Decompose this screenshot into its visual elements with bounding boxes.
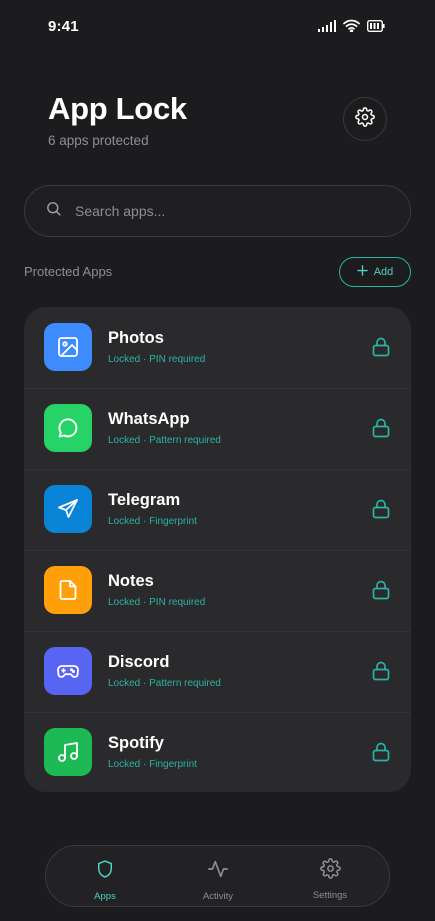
cellular-signal-icon	[318, 19, 336, 37]
app-status: Locked · Fingerprint	[108, 516, 197, 527]
nav-tab-settings[interactable]: Settings	[290, 846, 370, 908]
status-bar: 9:41	[0, 0, 435, 54]
nav-tab-activity[interactable]: Activity	[178, 846, 258, 908]
gear-icon	[355, 106, 375, 132]
plus-icon	[356, 265, 368, 279]
battery-icon	[366, 19, 385, 37]
app-name: Telegram	[108, 491, 181, 509]
app-name: Notes	[108, 572, 154, 590]
search-input[interactable]	[75, 203, 375, 219]
document-icon	[44, 566, 92, 614]
bottom-nav: Apps Activity Settings	[45, 845, 390, 907]
app-name: Spotify	[108, 734, 164, 752]
app-name: WhatsApp	[108, 410, 190, 428]
page-subtitle: 6 apps protected	[48, 133, 149, 148]
status-icons	[318, 19, 385, 37]
chat-bubble-icon	[44, 404, 92, 452]
search-icon	[45, 200, 62, 222]
nav-label: Apps	[94, 891, 116, 902]
app-row-notes[interactable]: Notes Locked · PIN required	[24, 550, 411, 631]
app-name: Discord	[108, 653, 170, 671]
music-note-icon	[44, 728, 92, 776]
app-row-photos[interactable]: Photos Locked · PIN required	[24, 307, 411, 388]
app-status: Locked · PIN required	[108, 597, 206, 608]
app-row-whatsapp[interactable]: WhatsApp Locked · Pattern required	[24, 388, 411, 469]
nav-label: Activity	[202, 891, 234, 902]
section-title: Protected Apps	[24, 264, 113, 279]
status-time: 9:41	[48, 18, 79, 35]
search-bar[interactable]	[24, 185, 411, 237]
lock-icon[interactable]	[370, 497, 392, 521]
add-app-button[interactable]: Add	[339, 257, 411, 287]
gamepad-icon	[44, 647, 92, 695]
app-row-telegram[interactable]: Telegram Locked · Fingerprint	[24, 469, 411, 550]
app-status: Locked · Pattern required	[108, 435, 221, 446]
app-row-spotify[interactable]: Spotify Locked · Fingerprint	[24, 712, 411, 792]
settings-button[interactable]	[343, 97, 387, 141]
app-row-discord[interactable]: Discord Locked · Pattern required	[24, 631, 411, 712]
add-button-label: Add	[373, 266, 394, 278]
lock-icon[interactable]	[370, 659, 392, 683]
image-icon	[44, 323, 92, 371]
lock-icon[interactable]	[370, 740, 392, 764]
app-status: Locked · Fingerprint	[108, 759, 197, 770]
activity-icon	[207, 858, 229, 885]
lock-icon[interactable]	[370, 578, 392, 602]
app-name: Photos	[108, 329, 164, 347]
lock-icon[interactable]	[370, 416, 392, 440]
wifi-icon	[343, 19, 360, 37]
protected-apps-list: Photos Locked · PIN required WhatsApp Lo…	[24, 307, 411, 792]
shield-icon	[95, 858, 115, 885]
lock-icon[interactable]	[370, 335, 392, 359]
nav-label: Settings	[312, 890, 348, 901]
app-status: Locked · PIN required	[108, 354, 206, 365]
nav-tab-apps[interactable]: Apps	[65, 846, 145, 908]
paper-plane-icon	[44, 485, 92, 533]
page-title: App Lock	[48, 91, 187, 126]
app-status: Locked · Pattern required	[108, 678, 221, 689]
gear-icon	[319, 858, 341, 884]
